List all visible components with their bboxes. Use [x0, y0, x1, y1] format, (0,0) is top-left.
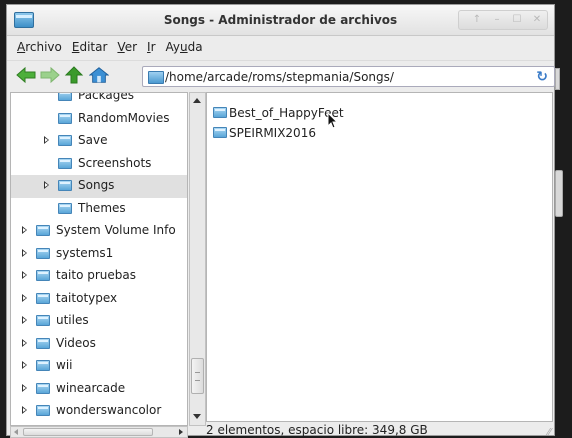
folder-icon: [36, 270, 50, 281]
file-item-label: SPEIRMIX2016: [229, 126, 316, 140]
expander-arrow-icon[interactable]: [22, 406, 27, 414]
status-text: 2 elementos, espacio libre: 349,8 GB: [206, 423, 428, 437]
scroll-right-arrow-icon[interactable]: [179, 429, 183, 435]
background-window-edge: [555, 170, 563, 217]
up-arrow-icon[interactable]: ↑: [468, 12, 486, 27]
expander-arrow-icon[interactable]: [22, 248, 27, 257]
folder-icon: [36, 360, 50, 371]
expander-arrow-icon[interactable]: [22, 338, 27, 347]
sidebar-item-wonderswancolor[interactable]: wonderswancolor: [11, 400, 187, 423]
folder-icon: [36, 292, 50, 304]
location-path[interactable]: /home/arcade/roms/stepmania/Songs/: [165, 70, 394, 84]
home-icon[interactable]: [89, 66, 109, 84]
folder-icon: [148, 71, 164, 84]
maximize-icon[interactable]: ☐: [508, 12, 526, 27]
sidebar-item-label: Videos: [56, 335, 96, 350]
sidebar-item-themes[interactable]: Themes: [11, 198, 187, 221]
folder-icon: [36, 382, 50, 394]
menu-bar: Archivo Editar Ver Ir Ayuda: [7, 36, 554, 58]
resize-grip-icon[interactable]: ⁄⁄: [548, 427, 551, 438]
folder-icon: [213, 127, 227, 138]
sidebar-item-label: wii: [56, 358, 73, 372]
back-arrow-icon[interactable]: [16, 66, 36, 84]
sidebar-item-label: systems1: [56, 245, 114, 260]
folder-icon: [58, 157, 72, 169]
sidebar-item-taitotypex[interactable]: taitotypex: [11, 288, 187, 311]
expander-arrow-icon[interactable]: [22, 271, 27, 279]
sidebar-item-label: taito pruebas: [56, 268, 137, 282]
toolbar: /home/arcade/roms/stepmania/Songs/ ↻: [7, 60, 555, 89]
folder-icon: [58, 93, 72, 101]
sidebar-horizontal-scrollbar[interactable]: [10, 426, 188, 438]
expander-arrow-icon[interactable]: [22, 226, 27, 234]
folder-icon: [36, 225, 50, 236]
file-list-pane[interactable]: Best_of_HappyFeet SPEIRMIX2016: [206, 92, 553, 422]
sidebar-vertical-scrollbar[interactable]: [189, 92, 206, 426]
expander-arrow-icon[interactable]: [44, 181, 49, 189]
sidebar-item-label: Save: [78, 133, 108, 147]
folder-icon: [58, 202, 72, 214]
menu-editar[interactable]: Editar: [67, 40, 113, 54]
sidebar-item-videos[interactable]: Videos: [11, 333, 187, 356]
sidebar-item-screenshots[interactable]: Screenshots: [11, 153, 187, 176]
sidebar-item-systems1[interactable]: systems1: [11, 243, 187, 266]
sidebar-item-utiles[interactable]: utiles: [11, 310, 187, 333]
minimize-icon[interactable]: –: [488, 12, 506, 27]
background-window-edge: [555, 68, 560, 90]
folder-icon: [36, 315, 50, 326]
folder-icon: [36, 405, 50, 416]
sidebar-item-songs[interactable]: Songs: [11, 175, 187, 198]
sidebar-item-label: RandomMovies: [78, 110, 170, 125]
folder-icon: [36, 247, 50, 259]
reload-icon[interactable]: ↻: [536, 69, 548, 85]
sidebar-tree[interactable]: Packages RandomMovies Save Screenshots Songs…: [10, 92, 188, 426]
folder-icon: [58, 112, 72, 124]
folder-icon: [36, 337, 50, 349]
expander-arrow-icon[interactable]: [44, 136, 49, 144]
folder-icon: [58, 180, 72, 191]
expander-arrow-icon[interactable]: [22, 316, 27, 324]
sidebar-item-label: taitotypex: [56, 290, 118, 305]
sidebar-item-label: Themes: [78, 200, 126, 215]
sidebar-item-randommovies[interactable]: RandomMovies: [11, 108, 187, 131]
forward-arrow-icon[interactable]: [40, 66, 60, 84]
expander-arrow-icon[interactable]: [22, 361, 27, 369]
folder-icon: [213, 107, 227, 118]
scroll-left-arrow-icon[interactable]: [14, 429, 18, 435]
scroll-thumb[interactable]: [191, 358, 204, 394]
up-arrow-icon[interactable]: [64, 66, 84, 84]
location-bar[interactable]: /home/arcade/roms/stepmania/Songs/ ↻: [142, 66, 555, 87]
menu-ayuda[interactable]: Ayuda: [161, 40, 208, 54]
scroll-down-arrow-icon[interactable]: [193, 414, 201, 419]
sidebar-item-label: utiles: [56, 313, 89, 327]
window-buttons: ↑ – ☐ ✕: [468, 12, 546, 28]
sidebar-item-taito-pruebas[interactable]: taito pruebas: [11, 265, 187, 288]
horizontal-scroll-thumb[interactable]: [23, 428, 153, 436]
sidebar-item-label: Songs: [78, 178, 115, 192]
sidebar-item-system-volume-info[interactable]: System Volume Info: [11, 220, 187, 243]
file-manager-window: Songs - Administrador de archivos ↑ – ☐ …: [6, 4, 555, 438]
sidebar-item-save[interactable]: Save: [11, 130, 187, 153]
menu-archivo[interactable]: Archivo: [12, 40, 67, 54]
sidebar-item-label: Packages: [78, 92, 134, 102]
sidebar-item-wii[interactable]: wii: [11, 355, 187, 378]
sidebar-item-label: System Volume Info: [56, 223, 176, 237]
expander-arrow-icon[interactable]: [22, 293, 27, 302]
mouse-pointer-icon: [327, 112, 339, 129]
menu-ver[interactable]: Ver: [112, 40, 142, 54]
sidebar-item-label: wonderswancolor: [56, 403, 162, 417]
scroll-up-arrow-icon[interactable]: [193, 98, 201, 103]
sidebar-item-packages[interactable]: Packages: [11, 92, 187, 108]
title-bar[interactable]: Songs - Administrador de archivos ↑ – ☐ …: [7, 5, 554, 36]
menu-ir[interactable]: Ir: [142, 40, 160, 54]
sidebar-item-label: winearcade: [56, 380, 126, 395]
folder-icon: [58, 135, 72, 146]
expander-arrow-icon[interactable]: [22, 383, 27, 392]
sidebar-item-label: Screenshots: [78, 155, 152, 170]
sidebar-item-winearcade[interactable]: winearcade: [11, 378, 187, 401]
close-icon[interactable]: ✕: [528, 12, 546, 27]
